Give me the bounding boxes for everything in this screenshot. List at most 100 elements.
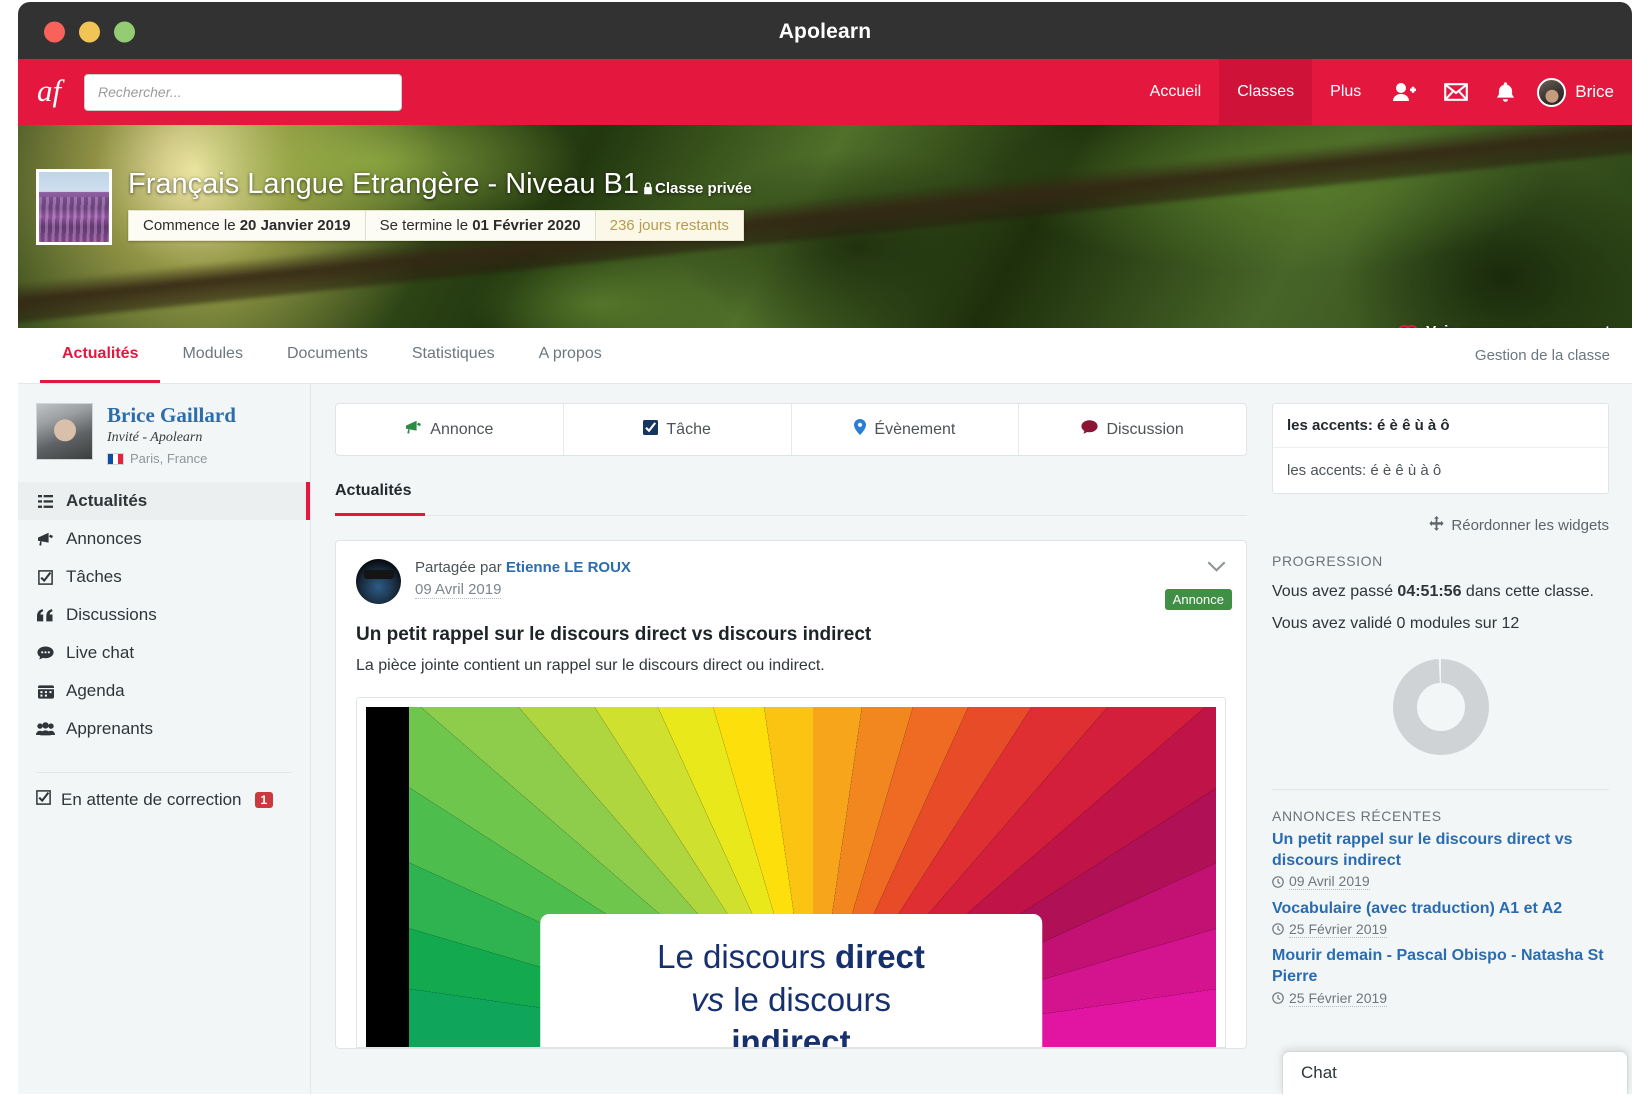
class-title: Français Langue Etrangère - Niveau B1 [128,168,640,200]
progression-section-title: PROGRESSION [1272,553,1383,569]
avatar [1537,77,1567,107]
post-attachment[interactable]: Le discours direct vs le discours indire… [356,697,1226,1048]
sidebar-item-label: Discussions [66,605,157,625]
close-window-button[interactable] [44,21,65,42]
reorder-widgets-label: Réordonner les widgets [1451,517,1609,534]
announcement-date: 09 Avril 2019 [1272,873,1370,891]
class-date-bar: Commence le 20 Janvier 2019 Se termine l… [128,210,744,242]
page-body: Brice Gaillard Invité - Apolearn Paris, … [18,384,1632,1094]
sidebar-item-label: Annonces [66,529,142,549]
chat-label: Chat [1301,1063,1337,1082]
tab-modules[interactable]: Modules [160,328,264,383]
announcement-title[interactable]: Mourir demain - Pascal Obispo - Natasha … [1272,945,1609,987]
composer-annonce-button[interactable]: Annonce [336,404,563,455]
search-box[interactable] [84,73,402,111]
sidebar-item-label: Agenda [66,681,125,701]
add-user-icon[interactable] [1379,59,1430,125]
center-column: Annonce Tâche Évènement Discussion Actua… [311,384,1272,1094]
minimize-window-button[interactable] [79,21,100,42]
check-square-icon [36,790,51,810]
composer-discussion-button[interactable]: Discussion [1018,404,1246,455]
clock-icon [1272,992,1284,1004]
sidebar-item-apprenants[interactable]: Apprenants [18,710,310,748]
clock-icon [1272,923,1284,936]
browser-viewport: af Accueil Classes Plus [18,59,1632,1094]
slide-line-1: Le discours direct [657,938,925,976]
manage-class-link[interactable]: Gestion de la classe [1475,328,1610,383]
sidebar-profile: Brice Gaillard Invité - Apolearn Paris, … [18,403,310,474]
class-meta: Français Langue Etrangère - Niveau B1 Cla… [128,169,752,245]
nav-link-plus[interactable]: Plus [1312,59,1379,125]
composer-button-label: Discussion [1106,420,1184,438]
tab-a-propos[interactable]: A propos [517,328,624,383]
window-title: Apolearn [778,19,872,43]
profile-location-label: Paris, France [130,451,208,467]
user-menu[interactable]: Brice [1529,77,1614,107]
composer-button-label: Évènement [874,420,956,438]
bell-icon[interactable] [1482,59,1529,125]
maximize-window-button[interactable] [114,21,135,42]
sidebar-item-actualites[interactable]: Actualités [18,482,310,521]
composer-evenement-button[interactable]: Évènement [790,404,1019,455]
post-text: La pièce jointe contient un rappel sur l… [356,657,825,674]
post-author-avatar[interactable] [356,559,401,604]
quote-icon [36,608,55,622]
check-square-icon [36,569,55,585]
nav-link-classes[interactable]: Classes [1219,59,1313,125]
sidebar-item-annonces[interactable]: Annonces [18,520,310,558]
apolearn-logo[interactable]: af [18,75,80,110]
announcement-title[interactable]: Un petit rappel sur le discours direct v… [1272,829,1609,871]
search-input[interactable] [98,84,388,100]
window-controls[interactable] [44,21,135,42]
profile-name[interactable]: Brice Gaillard [107,403,236,427]
app-root: Apolearn af Accueil Classes Plus [0,0,1650,1098]
class-end-date: Se termine le 01 Février 2020 [364,211,595,241]
accents-widget-title: les accents: é è ê ù à ô [1273,404,1608,448]
chat-dock[interactable]: Chat [1282,1051,1628,1094]
announcement-date: 25 Février 2019 [1272,921,1388,938]
sidebar-item-label: Actualités [66,491,148,511]
announcement-date: 25 Février 2019 [1272,990,1388,1007]
announcements-section-title: ANNONCES RÉCENTES [1272,808,1442,824]
user-name: Brice [1575,82,1614,101]
tab-documents[interactable]: Documents [265,328,390,383]
announcement-item: Mourir demain - Pascal Obispo - Natasha … [1272,945,1609,1009]
tab-actualites[interactable]: Actualités [40,328,161,383]
mail-icon[interactable] [1430,59,1482,125]
left-sidebar: Brice Gaillard Invité - Apolearn Paris, … [18,384,311,1094]
sidebar-item-live-chat[interactable]: Live chat [18,634,310,672]
sidebar-item-taches[interactable]: Tâches [18,558,310,596]
class-hero-content: Français Langue Etrangère - Niveau B1 Cla… [18,125,1632,245]
class-privacy-label: Classe privée [643,180,752,197]
view-as-learner-button[interactable]: Voir comme un apprenant [1397,323,1610,328]
sidebar-item-agenda[interactable]: Agenda [18,672,310,710]
accents-widget-body: les accents: é è ê ù à ô [1287,462,1442,479]
profile-location: Paris, France [107,451,236,466]
class-days-left: 236 jours restants [594,211,743,241]
profile-avatar[interactable] [36,403,93,460]
tab-statistiques[interactable]: Statistiques [390,328,517,383]
progression-time-line: Vous avez passé 04:51:56 dans cette clas… [1272,583,1594,600]
post-date[interactable]: 09 Avril 2019 [415,581,502,599]
chevron-down-icon[interactable] [1207,559,1226,577]
attachment-slide-image: Le discours direct vs le discours indire… [366,707,1216,1047]
progression-donut-chart [1392,659,1489,755]
reorder-widgets-button[interactable]: Réordonner les widgets [1272,516,1609,535]
sidebar-item-pending-correction[interactable]: En attente de correction 1 [18,773,310,827]
nav-link-accueil[interactable]: Accueil [1132,59,1220,125]
slide-left-bar [366,707,409,1047]
feed-tabs: Actualités [335,482,1247,516]
move-icon [1429,516,1445,535]
sidebar-item-discussions[interactable]: Discussions [18,596,310,634]
sidebar-item-label: Live chat [66,643,135,663]
announcement-title[interactable]: Vocabulaire (avec traduction) A1 et A2 [1272,898,1609,919]
right-sidebar: les accents: é è ê ù à ô les accents: é … [1272,384,1632,1094]
feed-tab-actualites[interactable]: Actualités [335,482,426,516]
composer-tache-button[interactable]: Tâche [562,404,791,455]
comment-icon [36,646,55,661]
post-author-link[interactable]: Etienne LE ROUX [506,559,631,576]
composer-button-label: Annonce [430,420,494,438]
window-titlebar: Apolearn [18,2,1632,61]
composer-button-label: Tâche [666,420,711,438]
post-type-badge: Annonce [1164,589,1232,610]
